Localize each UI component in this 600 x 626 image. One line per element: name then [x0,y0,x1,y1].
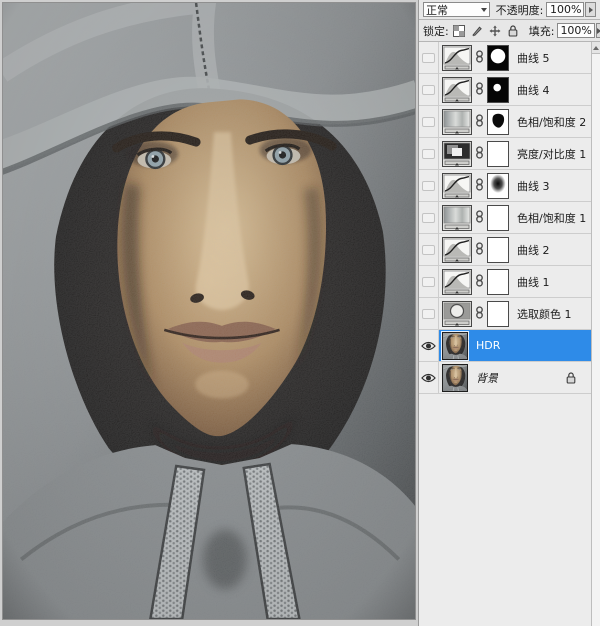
opacity-value: 100% [550,3,581,16]
curves-adjustment-icon[interactable] [442,173,472,199]
layer-mask-thumbnail[interactable] [487,301,509,327]
layer-mask-thumbnail[interactable] [487,77,509,103]
layer-row-hdr[interactable]: HDR [419,330,591,362]
layer-row-brightness-contrast-1[interactable]: 亮度/对比度 1 [419,138,591,170]
mask-link-icon [475,274,484,290]
lock-pixels-icon[interactable] [470,23,485,38]
curves-adjustment-icon[interactable] [442,45,472,71]
lock-all-icon[interactable] [506,23,521,38]
layer-row-curves-4[interactable]: 曲线 4 [419,74,591,106]
layer-name[interactable]: 曲线 4 [517,82,550,98]
visibility-toggle[interactable] [419,362,439,393]
fill-label: 填充: [529,23,555,39]
panel-scrollbar[interactable] [591,42,600,626]
layer-row-curves-5[interactable]: 曲线 5 [419,42,591,74]
hue-saturation-adjustment-icon[interactable] [442,205,472,231]
layer-name[interactable]: 色相/饱和度 2 [517,114,586,130]
layer-mask-thumbnail[interactable] [487,141,509,167]
fill-input[interactable]: 100% [557,23,594,38]
layer-thumbnail[interactable] [442,364,468,392]
document-canvas[interactable] [0,0,418,626]
visibility-toggle[interactable] [419,74,439,105]
opacity-label: 不透明度: [496,2,544,18]
layer-name[interactable]: 曲线 1 [517,274,550,290]
layer-name[interactable]: HDR [476,339,500,352]
layers-panel: 正常 不透明度: 100% 锁定: 填充: 100% [418,0,600,626]
layer-row-selective-color-1[interactable]: 选取颜色 1 [419,298,591,330]
layer-row-curves-2[interactable]: 曲线 2 [419,234,591,266]
mask-link-icon [475,306,484,322]
visibility-toggle[interactable] [419,42,439,73]
visibility-toggle[interactable] [419,234,439,265]
layer-mask-thumbnail[interactable] [487,173,509,199]
layer-list: 曲线 5 曲线 4 色相/饱和度 2 [419,42,600,626]
layer-name[interactable]: 曲线 5 [517,50,550,66]
fill-value: 100% [560,24,591,37]
blend-mode-value: 正常 [426,2,448,18]
visibility-toggle[interactable] [419,106,439,137]
layer-row-curves-1[interactable]: 曲线 1 [419,266,591,298]
layer-mask-thumbnail[interactable] [487,205,509,231]
visibility-toggle[interactable] [419,266,439,297]
layer-row-hue-saturation-2[interactable]: 色相/饱和度 2 [419,106,591,138]
fill-slider-button[interactable] [596,23,600,38]
mask-link-icon [475,114,484,130]
visibility-toggle[interactable] [419,202,439,233]
layer-row-hue-saturation-1[interactable]: 色相/饱和度 1 [419,202,591,234]
layer-mask-thumbnail[interactable] [487,109,509,135]
selective-color-adjustment-icon[interactable] [442,301,472,327]
layer-row-background[interactable]: 背景 [419,362,591,394]
layer-name[interactable]: 曲线 3 [517,178,550,194]
layer-mask-thumbnail[interactable] [487,269,509,295]
mask-link-icon [475,146,484,162]
layer-mask-thumbnail[interactable] [487,45,509,71]
layer-name[interactable]: 曲线 2 [517,242,550,258]
visibility-toggle[interactable] [419,298,439,329]
layer-mask-thumbnail[interactable] [487,237,509,263]
layer-name[interactable]: 亮度/对比度 1 [517,146,586,162]
layer-name[interactable]: 背景 [476,370,498,386]
layer-row-curves-3[interactable]: 曲线 3 [419,170,591,202]
mask-link-icon [475,50,484,66]
scroll-up-arrow-icon[interactable] [592,42,600,54]
layer-thumbnail[interactable] [442,332,468,360]
curves-adjustment-icon[interactable] [442,237,472,263]
background-lock-icon [566,372,576,384]
chevron-down-icon [481,8,487,12]
curves-adjustment-icon[interactable] [442,77,472,103]
opacity-slider-button[interactable] [585,2,596,17]
brightness-contrast-adjustment-icon[interactable] [442,141,472,167]
mask-link-icon [475,242,484,258]
mask-link-icon [475,82,484,98]
layer-name[interactable]: 色相/饱和度 1 [517,210,586,226]
lock-position-icon[interactable] [488,23,503,38]
photoshop-workspace: 正常 不透明度: 100% 锁定: 填充: 100% [0,0,600,626]
mask-link-icon [475,178,484,194]
layer-name[interactable]: 选取颜色 1 [517,306,572,322]
visibility-toggle[interactable] [419,170,439,201]
visibility-toggle[interactable] [419,330,439,361]
visibility-toggle[interactable] [419,138,439,169]
blend-mode-select[interactable]: 正常 [423,2,490,17]
lock-transparency-icon[interactable] [452,23,467,38]
photo-hdr-portrait [2,2,416,620]
lock-label: 锁定: [423,23,449,39]
opacity-input[interactable]: 100% [546,2,584,17]
mask-link-icon [475,210,484,226]
hue-saturation-adjustment-icon[interactable] [442,109,472,135]
curves-adjustment-icon[interactable] [442,269,472,295]
